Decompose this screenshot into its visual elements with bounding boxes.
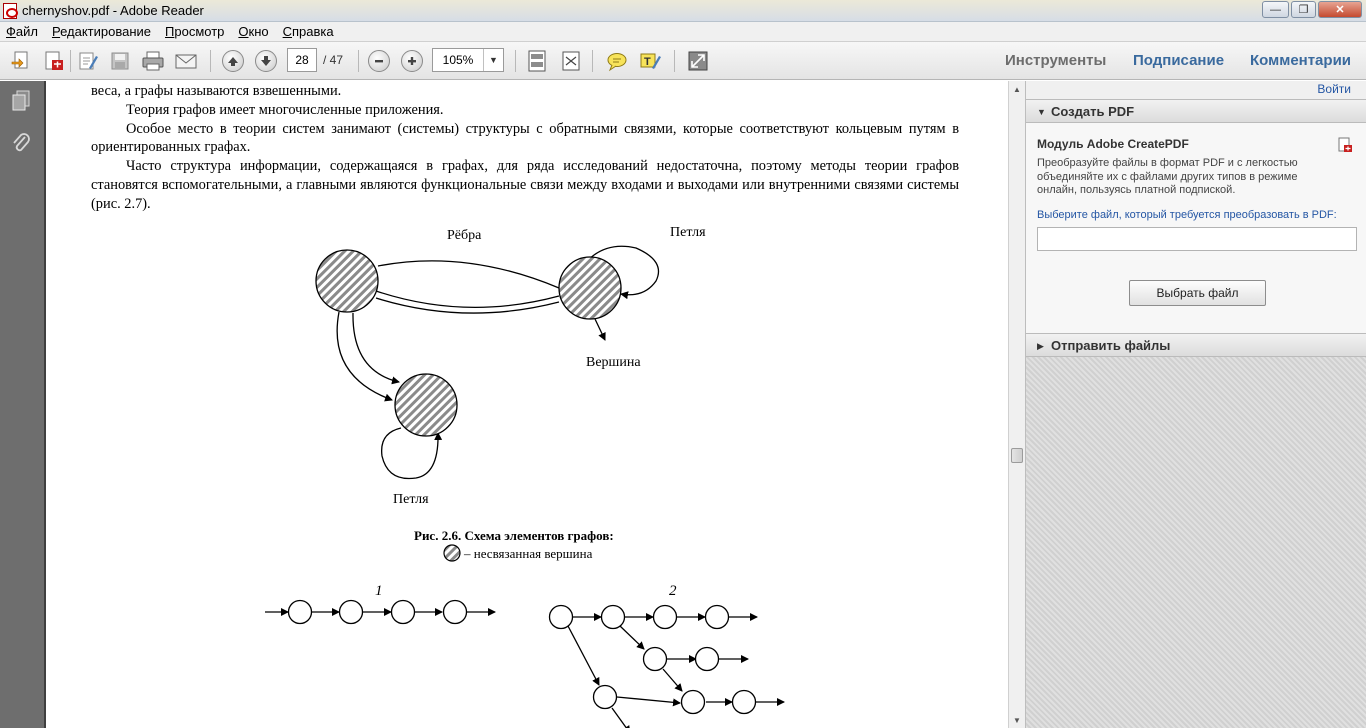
scrollbar-thumb[interactable]	[1011, 448, 1023, 463]
menu-window[interactable]: Окно	[238, 24, 268, 39]
fullscreen-button[interactable]	[559, 49, 583, 73]
fit-page-button[interactable]	[525, 49, 549, 73]
close-button[interactable]: ✕	[1318, 1, 1362, 18]
scroll-up-icon[interactable]: ▲	[1009, 81, 1025, 97]
edit-icon	[79, 52, 98, 70]
graph-node	[558, 256, 622, 320]
highlight-button[interactable]: T	[638, 49, 662, 73]
graph-edge	[352, 312, 400, 385]
graph-figure: Рёбра Петля Вершина Петля 1 2	[265, 225, 785, 728]
save-button[interactable]	[108, 49, 132, 73]
module-title: Модуль Adobe CreatePDF	[1037, 137, 1189, 151]
fullscreen-icon	[562, 51, 580, 71]
file-path-input[interactable]	[1037, 227, 1357, 251]
expand-button[interactable]	[686, 49, 710, 73]
module-description: Преобразуйте файлы в формат PDF и с легк…	[1037, 157, 1298, 196]
triangle-right-icon: ▶	[1037, 341, 1044, 351]
print-button[interactable]	[141, 49, 165, 73]
label-loop-bottom: Петля	[393, 492, 429, 507]
maximize-button[interactable]: ❐	[1291, 1, 1316, 18]
prev-page-icon	[228, 57, 238, 66]
email-button[interactable]	[174, 49, 198, 73]
graph-edge	[594, 318, 606, 341]
open-icon	[11, 51, 28, 69]
fit-page-icon	[528, 50, 546, 72]
create-pdf-icon	[1338, 137, 1352, 152]
page-total: / 47	[323, 53, 344, 67]
page-thumbnails-button[interactable]	[10, 89, 32, 113]
svg-text:T: T	[644, 56, 651, 68]
open-button[interactable]	[9, 49, 33, 73]
menu-view[interactable]: Просмотр	[165, 24, 224, 39]
document-view[interactable]: веса, а графы называются взвешенными. Те…	[46, 81, 1008, 728]
window-title: chernyshov.pdf - Adobe Reader	[22, 3, 204, 18]
create-pdf-header[interactable]: ▼ Создать PDF	[1026, 99, 1366, 123]
graph-node	[315, 249, 379, 313]
pages-icon	[12, 90, 30, 111]
create-pdf-panel: Модуль Adobe CreatePDF Преобразуйте файл…	[1026, 123, 1366, 335]
tools-pane: Войти ▼ Создать PDF Модуль Adobe CreateP…	[1025, 81, 1366, 728]
zoom-value: 105%	[442, 53, 474, 67]
menu-file[interactable]: Файл	[6, 24, 38, 39]
expand-icon	[688, 51, 708, 71]
next-page-icon	[261, 56, 271, 66]
paperclip-icon	[13, 133, 30, 152]
figure-caption-title: Рис. 2.6. Схема элементов графов:	[414, 528, 614, 543]
label-vertex: Вершина	[586, 355, 641, 370]
label-edges: Рёбра	[447, 228, 482, 243]
figure-label-1: 1	[375, 583, 383, 599]
highlight-icon: T	[640, 53, 661, 69]
attachments-button[interactable]	[10, 131, 32, 155]
graph-edge	[375, 297, 560, 314]
menu-edit[interactable]: Редактирование	[52, 24, 151, 39]
create-pdf-button[interactable]	[42, 49, 66, 73]
title-bar: chernyshov.pdf - Adobe Reader — ❐ ✕	[0, 0, 1366, 22]
send-files-header[interactable]: ▶ Отправить файлы	[1026, 333, 1366, 357]
save-icon	[111, 52, 129, 70]
zoom-in-button[interactable]	[400, 49, 424, 73]
tab-comments[interactable]: Комментарии	[1250, 52, 1351, 69]
graph-edge	[377, 260, 560, 289]
vertical-scrollbar[interactable]: ▲ ▼	[1008, 81, 1025, 728]
menu-help[interactable]: Справка	[283, 24, 334, 39]
legend-node-icon	[443, 544, 461, 562]
tree-diagram-2	[548, 604, 785, 728]
adobe-reader-icon	[3, 3, 18, 19]
tab-tools[interactable]: Инструменты	[1005, 52, 1106, 69]
triangle-down-icon: ▼	[1037, 107, 1046, 117]
pane-top-bar: Войти	[1026, 81, 1366, 99]
figure-caption-legend: – несвязанная вершина	[464, 546, 593, 561]
comment-icon	[607, 53, 627, 72]
label-loop-top: Петля	[670, 225, 706, 240]
next-page-button[interactable]	[254, 49, 278, 73]
select-file-prompt: Выберите файл, который требуется преобра…	[1037, 209, 1337, 221]
edit-button[interactable]	[76, 49, 100, 73]
scroll-down-icon[interactable]: ▼	[1009, 712, 1025, 728]
graph-node	[394, 373, 458, 437]
zoom-select[interactable]: 105% ▼	[432, 48, 504, 72]
create-pdf-icon	[45, 51, 63, 70]
chevron-down-icon[interactable]: ▼	[483, 49, 503, 71]
zoom-in-icon	[408, 57, 416, 65]
print-icon	[142, 51, 164, 71]
page-number-input[interactable]: 28	[287, 48, 317, 72]
comment-button[interactable]	[605, 49, 629, 73]
graph-edge	[336, 311, 393, 402]
figure-label-2: 2	[669, 583, 677, 599]
zoom-out-icon	[375, 60, 383, 63]
tab-sign[interactable]: Подписание	[1133, 52, 1224, 69]
minimize-button[interactable]: —	[1262, 1, 1289, 18]
zoom-out-button[interactable]	[367, 49, 391, 73]
chain-diagram-1	[265, 599, 496, 625]
prev-page-button[interactable]	[221, 49, 245, 73]
email-icon	[175, 54, 197, 69]
navigation-pane	[0, 81, 46, 728]
login-link[interactable]: Войти	[1317, 82, 1351, 96]
select-file-button[interactable]: Выбрать файл	[1129, 280, 1266, 306]
menu-bar: Файл Редактирование Просмотр Окно Справк…	[0, 22, 1366, 42]
